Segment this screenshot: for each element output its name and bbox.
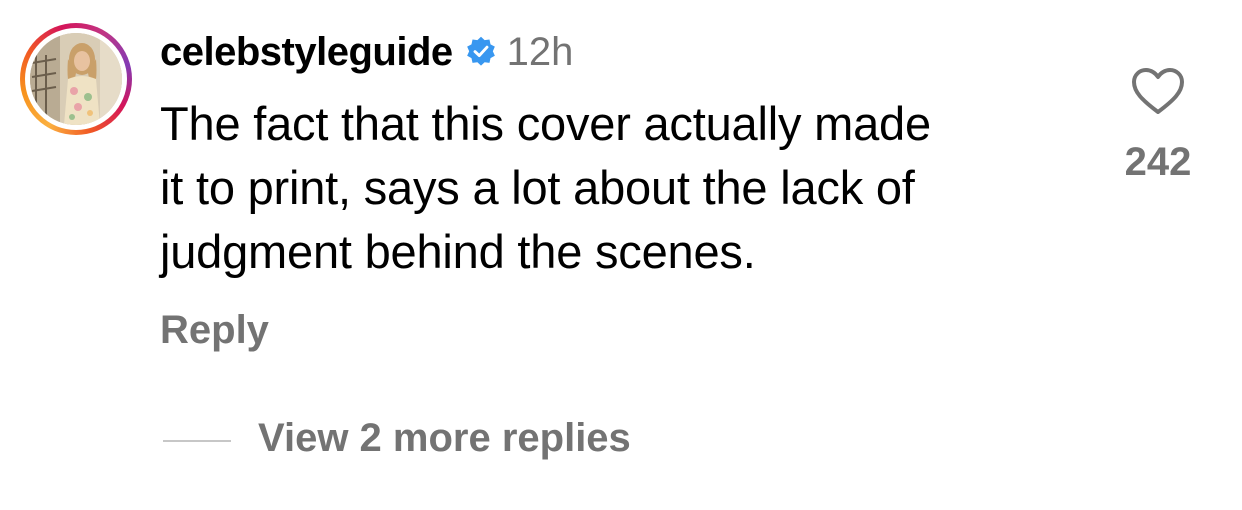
comment-text-line: judgment behind the scenes. (160, 225, 756, 278)
verified-badge-icon (465, 36, 497, 68)
heart-outline-icon[interactable] (1130, 66, 1186, 116)
view-more-replies-button[interactable]: View 2 more replies (258, 416, 631, 461)
username-link[interactable]: celebstyleguide (160, 30, 453, 75)
like-count: 242 (1124, 140, 1192, 184)
story-ring-avatar[interactable] (20, 23, 132, 135)
comment-header: celebstyleguide 12h (160, 22, 573, 82)
avatar-photo (30, 33, 122, 125)
comment-text-line: The fact that this cover actually made (160, 97, 931, 150)
reply-button[interactable]: Reply (160, 308, 269, 353)
avatar (30, 33, 122, 125)
comment-text-line: it to print, says a lot about the lack o… (160, 161, 915, 214)
comment-item: celebstyleguide 12h The fact that this c… (0, 0, 1242, 510)
replies-divider (163, 440, 231, 442)
comment-body: The fact that this cover actually made i… (160, 92, 1080, 284)
comment-timestamp: 12h (506, 29, 574, 74)
